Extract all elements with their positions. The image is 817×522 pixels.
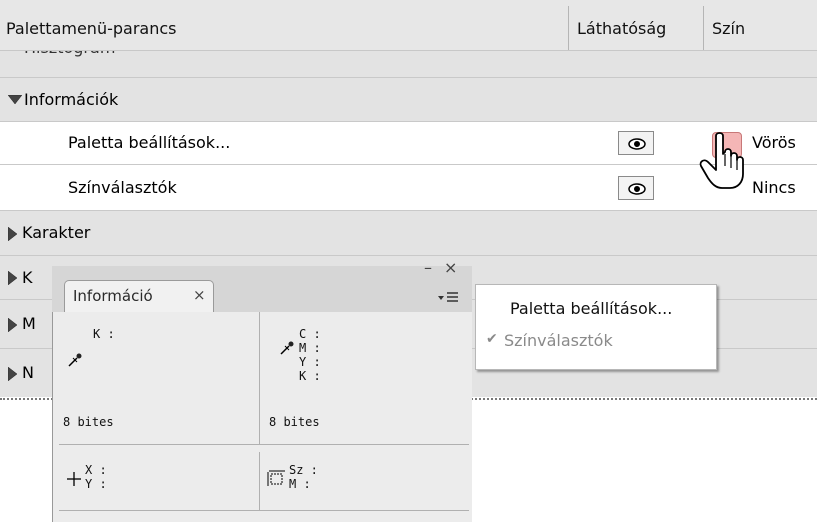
group-row-character[interactable]: Karakter — [0, 211, 817, 256]
tab-close-button[interactable]: × — [193, 286, 206, 304]
crosshair-icon — [67, 472, 81, 486]
panel-divider — [59, 510, 469, 511]
minimize-button[interactable]: – — [424, 258, 432, 277]
panel-divider — [259, 312, 260, 444]
color-label: Vörös — [752, 133, 796, 152]
tab-information[interactable]: Információ × — [64, 280, 214, 312]
hand-pointer-icon — [699, 132, 744, 189]
bit-depth-label: 8 bites — [269, 415, 320, 429]
y-label: Y : — [299, 355, 321, 369]
collapsed-triangle-icon[interactable] — [8, 367, 18, 381]
m-label: M : — [299, 341, 321, 355]
expanded-triangle-icon[interactable] — [8, 95, 22, 105]
visibility-toggle[interactable] — [618, 176, 654, 200]
color-label: Nincs — [752, 178, 796, 197]
eye-icon — [628, 183, 646, 195]
menu-item-color-pickers[interactable]: Színválasztók — [504, 331, 613, 350]
check-icon: ✔ — [486, 331, 498, 347]
column-header-color[interactable]: Szín — [712, 0, 745, 50]
panel-menu-button[interactable] — [434, 288, 464, 308]
tab-label: Információ — [73, 287, 153, 305]
k-label: K : — [93, 327, 115, 341]
eyedropper-icon[interactable] — [279, 340, 295, 356]
y-label: Y : — [85, 477, 107, 491]
group-label: Információk — [24, 90, 119, 109]
column-divider — [568, 6, 569, 50]
collapsed-triangle-icon[interactable] — [8, 318, 18, 332]
collapsed-triangle-icon[interactable] — [8, 271, 18, 285]
info-palette-panel: – × Információ × K : 8 bites C : M : Y :… — [52, 258, 472, 522]
width-label: Sz : — [289, 463, 318, 477]
table-row-palette-settings[interactable]: Paletta beállítások... Vörös — [0, 122, 817, 165]
column-header-command[interactable]: Palettamenü-parancs — [6, 0, 176, 50]
group-label: N — [22, 363, 34, 382]
panel-title-bar[interactable]: – × Információ × — [52, 258, 472, 312]
panel-flyout-menu: Paletta beállítások... ✔ Színválasztók — [475, 284, 717, 370]
panel-divider — [59, 444, 469, 445]
visibility-toggle[interactable] — [618, 131, 654, 155]
collapsed-triangle-icon[interactable] — [8, 227, 18, 241]
group-label: Karakter — [22, 223, 91, 242]
panel-divider — [259, 452, 260, 510]
group-label: M — [22, 314, 36, 333]
selection-size-icon — [267, 470, 285, 486]
bit-depth-label: 8 bites — [63, 415, 114, 429]
group-label: K — [22, 268, 33, 287]
group-row-histogram[interactable]: Hisztogram — [0, 51, 817, 78]
panel-body: K : 8 bites C : M : Y : K : 8 bites X : … — [52, 312, 472, 522]
x-label: X : — [85, 463, 107, 477]
close-button[interactable]: × — [444, 258, 457, 277]
table-header: Palettamenü-parancs Láthatóság Szín — [0, 0, 817, 51]
item-label: Paletta beállítások... — [68, 133, 231, 152]
c-label: C : — [299, 327, 321, 341]
column-header-visibility[interactable]: Láthatóság — [577, 0, 666, 50]
menu-item-palette-settings[interactable]: Paletta beállítások... — [510, 299, 672, 318]
group-row-information[interactable]: Információk — [0, 78, 817, 122]
item-label: Színválasztók — [68, 178, 177, 197]
column-divider — [703, 6, 704, 50]
table-row-color-pickers[interactable]: Színválasztók Nincs — [0, 165, 817, 211]
group-label: Hisztogram — [24, 51, 115, 67]
eyedropper-icon[interactable] — [67, 352, 83, 368]
k-label-right: K : — [299, 369, 321, 383]
height-label: M : — [289, 477, 311, 491]
eye-icon — [628, 138, 646, 150]
